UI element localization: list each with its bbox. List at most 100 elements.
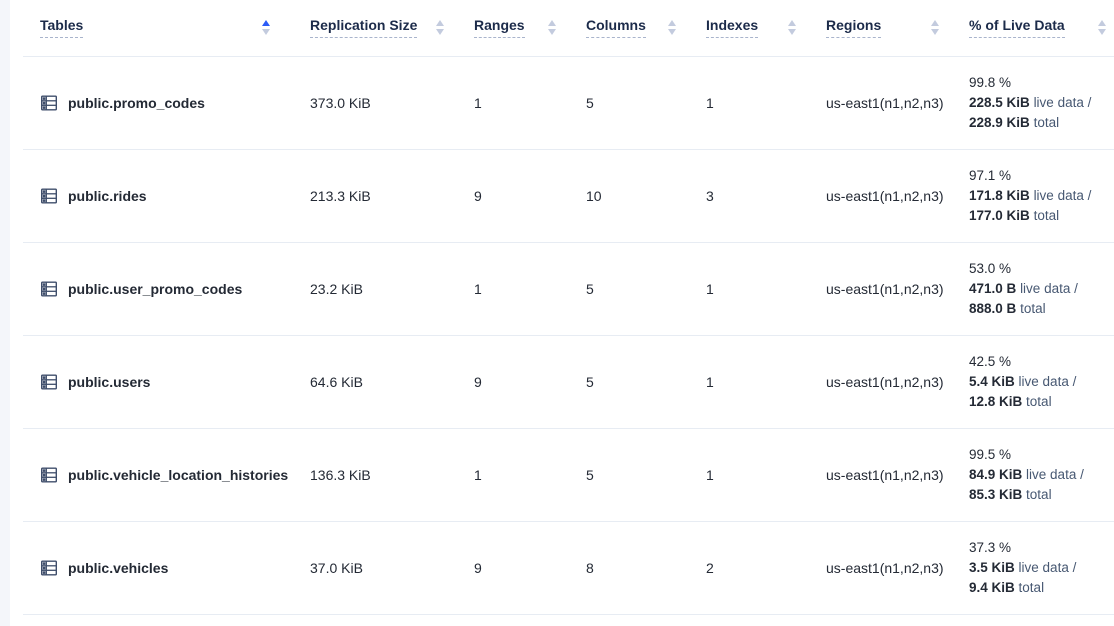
total-size-line: 85.3 KiB total (969, 485, 1110, 505)
columns-cell: 5 (572, 335, 692, 428)
column-header-columns[interactable]: Columns (572, 0, 692, 56)
header-row: Tables Replication Size Ranges (23, 0, 1114, 56)
column-header-ranges[interactable]: Ranges (460, 0, 572, 56)
columns-cell: 5 (572, 428, 692, 521)
replication-size-cell: 373.0 KiB (296, 56, 460, 149)
tables-list-page: Tables Replication Size Ranges (0, 0, 1114, 626)
indexes-cell: 2 (692, 521, 812, 614)
column-label[interactable]: Tables (40, 17, 83, 38)
replication-size-cell: 213.3 KiB (296, 149, 460, 242)
table-header: Tables Replication Size Ranges (23, 0, 1114, 56)
table-row[interactable]: public.users 64.6 KiB 9 5 1 us-east1(n1,… (23, 335, 1114, 428)
table-row[interactable]: public.promo_codes 373.0 KiB 1 5 1 us-ea… (23, 56, 1114, 149)
column-label[interactable]: % of Live Data (969, 17, 1065, 38)
live-data-cell: 53.0 % 471.0 B live data / 888.0 B total (955, 242, 1114, 335)
total-size-line: 177.0 KiB total (969, 206, 1110, 226)
table-name-cell: public.rides (23, 149, 296, 242)
live-size-line: 171.8 KiB live data / (969, 186, 1110, 206)
table-icon (40, 187, 58, 205)
replication-size-cell: 23.2 KiB (296, 242, 460, 335)
live-size-line: 84.9 KiB live data / (969, 465, 1110, 485)
total-size-line: 12.8 KiB total (969, 392, 1110, 412)
table-name-link[interactable]: public.rides (68, 188, 147, 204)
column-label[interactable]: Ranges (474, 17, 525, 38)
table-body: public.promo_codes 373.0 KiB 1 5 1 us-ea… (23, 56, 1114, 614)
table-name-cell: public.promo_codes (23, 56, 296, 149)
live-data-cell: 37.3 % 3.5 KiB live data / 9.4 KiB total (955, 521, 1114, 614)
regions-cell: us-east1(n1,n2,n3) (812, 335, 955, 428)
indexes-cell: 1 (692, 335, 812, 428)
column-header-replication-size[interactable]: Replication Size (296, 0, 460, 56)
sort-icon[interactable] (931, 20, 939, 35)
indexes-cell: 1 (692, 56, 812, 149)
live-data-cell: 97.1 % 171.8 KiB live data / 177.0 KiB t… (955, 149, 1114, 242)
sort-icon[interactable] (788, 20, 796, 35)
column-label[interactable]: Indexes (706, 17, 758, 38)
sort-icon[interactable] (1098, 20, 1106, 35)
live-percent: 99.8 % (969, 73, 1110, 93)
table-row[interactable]: public.rides 213.3 KiB 9 10 3 us-east1(n… (23, 149, 1114, 242)
table-row[interactable]: public.vehicles 37.0 KiB 9 8 2 us-east1(… (23, 521, 1114, 614)
table-name-link[interactable]: public.vehicles (68, 560, 168, 576)
table-icon (40, 94, 58, 112)
table-name-link[interactable]: public.promo_codes (68, 95, 205, 111)
column-header-regions[interactable]: Regions (812, 0, 955, 56)
live-percent: 53.0 % (969, 259, 1110, 279)
column-header-indexes[interactable]: Indexes (692, 0, 812, 56)
table-row[interactable]: public.user_promo_codes 23.2 KiB 1 5 1 u… (23, 242, 1114, 335)
regions-cell: us-east1(n1,n2,n3) (812, 428, 955, 521)
sort-icon[interactable] (436, 20, 444, 35)
regions-cell: us-east1(n1,n2,n3) (812, 521, 955, 614)
database-tables-table: Tables Replication Size Ranges (23, 0, 1114, 615)
live-size-line: 471.0 B live data / (969, 279, 1110, 299)
live-data-cell: 42.5 % 5.4 KiB live data / 12.8 KiB tota… (955, 335, 1114, 428)
table-name-link[interactable]: public.users (68, 374, 150, 390)
column-header-tables[interactable]: Tables (23, 0, 296, 56)
columns-cell: 8 (572, 521, 692, 614)
ranges-cell: 1 (460, 428, 572, 521)
sort-icon[interactable] (548, 20, 556, 35)
column-header-live-data[interactable]: % of Live Data (955, 0, 1114, 56)
table-name-link[interactable]: public.vehicle_location_histories (68, 467, 288, 483)
regions-cell: us-east1(n1,n2,n3) (812, 242, 955, 335)
table-icon (40, 280, 58, 298)
live-percent: 99.5 % (969, 445, 1110, 465)
total-size-line: 228.9 KiB total (969, 113, 1110, 133)
table-name-cell: public.user_promo_codes (23, 242, 296, 335)
sort-icon[interactable] (262, 20, 270, 35)
columns-cell: 5 (572, 56, 692, 149)
table-row[interactable]: public.vehicle_location_histories 136.3 … (23, 428, 1114, 521)
live-size-line: 5.4 KiB live data / (969, 372, 1110, 392)
table-icon (40, 373, 58, 391)
table-name-cell: public.vehicles (23, 521, 296, 614)
live-data-cell: 99.5 % 84.9 KiB live data / 85.3 KiB tot… (955, 428, 1114, 521)
ranges-cell: 1 (460, 56, 572, 149)
table-name-cell: public.vehicle_location_histories (23, 428, 296, 521)
ranges-cell: 1 (460, 242, 572, 335)
column-label[interactable]: Replication Size (310, 17, 417, 38)
table-name-link[interactable]: public.user_promo_codes (68, 281, 242, 297)
columns-cell: 10 (572, 149, 692, 242)
live-percent: 97.1 % (969, 166, 1110, 186)
regions-cell: us-east1(n1,n2,n3) (812, 56, 955, 149)
replication-size-cell: 64.6 KiB (296, 335, 460, 428)
sort-icon[interactable] (668, 20, 676, 35)
total-size-line: 888.0 B total (969, 299, 1110, 319)
page-left-gutter (0, 0, 10, 626)
ranges-cell: 9 (460, 521, 572, 614)
live-size-line: 228.5 KiB live data / (969, 93, 1110, 113)
live-percent: 42.5 % (969, 352, 1110, 372)
live-data-cell: 99.8 % 228.5 KiB live data / 228.9 KiB t… (955, 56, 1114, 149)
regions-cell: us-east1(n1,n2,n3) (812, 149, 955, 242)
columns-cell: 5 (572, 242, 692, 335)
table-name-cell: public.users (23, 335, 296, 428)
live-size-line: 3.5 KiB live data / (969, 558, 1110, 578)
table-icon (40, 559, 58, 577)
live-percent: 37.3 % (969, 538, 1110, 558)
table-icon (40, 466, 58, 484)
replication-size-cell: 136.3 KiB (296, 428, 460, 521)
column-label[interactable]: Columns (586, 17, 646, 38)
total-size-line: 9.4 KiB total (969, 578, 1110, 598)
column-label[interactable]: Regions (826, 17, 881, 38)
indexes-cell: 1 (692, 428, 812, 521)
